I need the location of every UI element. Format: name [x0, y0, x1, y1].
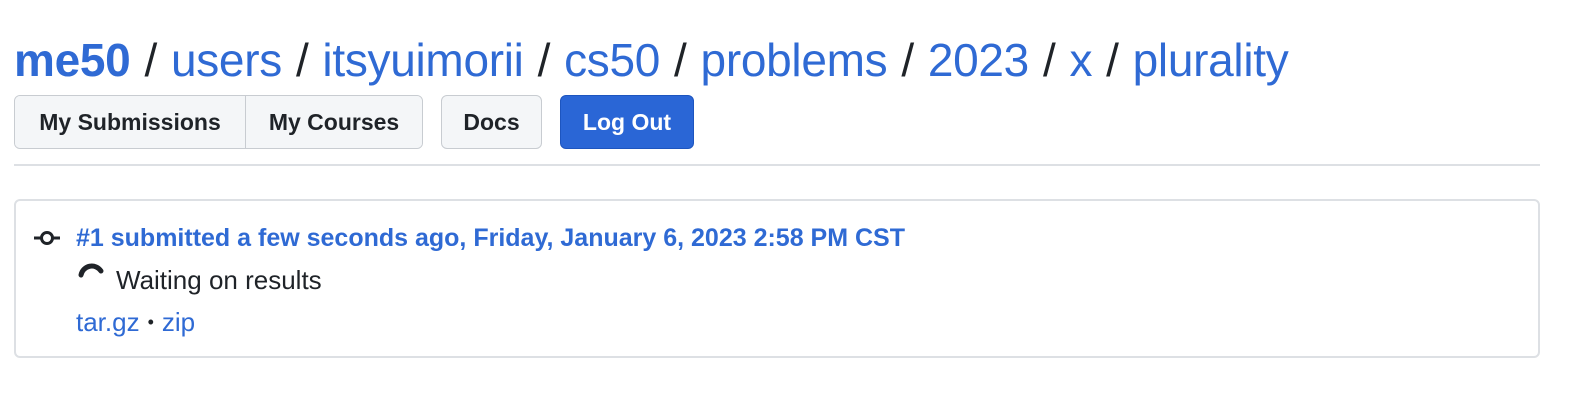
breadcrumb-item-username[interactable]: itsyuimorii [322, 34, 523, 86]
nav-button-group: My Submissions My Courses [14, 95, 423, 149]
log-out-button[interactable]: Log Out [560, 95, 694, 149]
breadcrumb-separator: / [1042, 34, 1056, 86]
breadcrumb-item-x[interactable]: x [1069, 34, 1092, 86]
spinner-icon [76, 258, 106, 288]
status-text: Waiting on results [116, 265, 322, 295]
breadcrumb-item-year[interactable]: 2023 [928, 34, 1029, 86]
download-targz-link[interactable]: tar.gz [76, 307, 140, 337]
submission-card: #1 submitted a few seconds ago, Friday, … [14, 199, 1540, 358]
breadcrumb-separator: / [1106, 34, 1119, 86]
breadcrumb-item-org[interactable]: cs50 [564, 34, 660, 86]
breadcrumb-separator: / [295, 34, 309, 86]
breadcrumb-separator: / [537, 34, 551, 86]
my-courses-button[interactable]: My Courses [245, 96, 422, 148]
header-divider [14, 164, 1540, 166]
submission-status: Waiting on results [76, 263, 322, 297]
page: me50/users / itsyuimorii / cs50/problems/202… [0, 0, 1594, 410]
download-links: tar.gz • zip [76, 305, 195, 339]
breadcrumb: me50/users / itsyuimorii / cs50/problems/202… [14, 30, 1289, 90]
breadcrumb-item-users[interactable]: users [171, 34, 282, 86]
docs-button[interactable]: Docs [441, 95, 542, 149]
breadcrumb-item-problem[interactable]: plurality [1133, 34, 1289, 86]
breadcrumb-separator: / [901, 34, 914, 86]
link-separator: • [147, 312, 154, 332]
breadcrumb-separator: / [674, 34, 687, 86]
nav-bar: My Submissions My Courses Docs Log Out [14, 95, 694, 149]
git-commit-icon [34, 225, 60, 251]
breadcrumb-item-problems[interactable]: problems [701, 34, 888, 86]
my-submissions-button[interactable]: My Submissions [15, 96, 245, 148]
download-zip-link[interactable]: zip [162, 307, 195, 337]
breadcrumb-separator: / [144, 34, 157, 86]
submission-title-link[interactable]: #1 submitted a few seconds ago, Friday, … [76, 221, 905, 255]
breadcrumb-root-me50[interactable]: me50 [14, 34, 131, 86]
